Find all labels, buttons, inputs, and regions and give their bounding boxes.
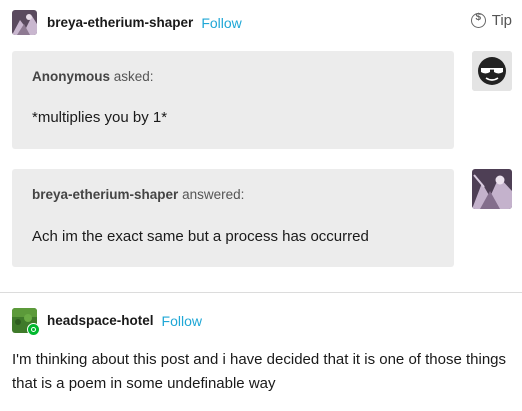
answer-meta: breya-etherium-shaper answered: [32,187,244,202]
reblog-text: I'm thinking about this post and i have … [12,351,507,392]
answered-label: answered: [182,187,245,202]
reblog-blog-name[interactable]: headspace-hotel [47,313,154,328]
ask-bubble: Anonymous asked: *multiplies you by 1* [12,51,454,149]
divider [0,292,522,293]
ask-question: *multiplies you by 1* [32,109,168,126]
anonymous-avatar [472,51,512,91]
answer-text: Ach im the exact same but a process has … [32,228,369,245]
answer-bubble: breya-etherium-shaper answered: Ach im t… [12,169,454,267]
reblog-avatar[interactable] [12,308,40,336]
tip-label: Tip [491,12,512,29]
blog-name[interactable]: breya-etherium-shaper [47,15,193,30]
answerer-avatar[interactable] [472,169,512,209]
coin-icon [470,12,486,28]
reblog-follow-button[interactable]: Follow [162,313,202,329]
answerer-name[interactable]: breya-etherium-shaper [32,187,178,202]
reblog-header: headspace-hotel Follow [12,308,202,336]
asked-label: asked: [113,69,154,84]
ask-meta: Anonymous asked: [32,69,154,84]
asker-name[interactable]: Anonymous [32,69,110,84]
tip-button[interactable]: Tip [470,12,512,29]
avatar[interactable] [12,10,37,35]
follow-button[interactable]: Follow [201,15,241,31]
reblog-icon [27,323,40,336]
post-header: breya-etherium-shaper Follow [12,10,242,35]
